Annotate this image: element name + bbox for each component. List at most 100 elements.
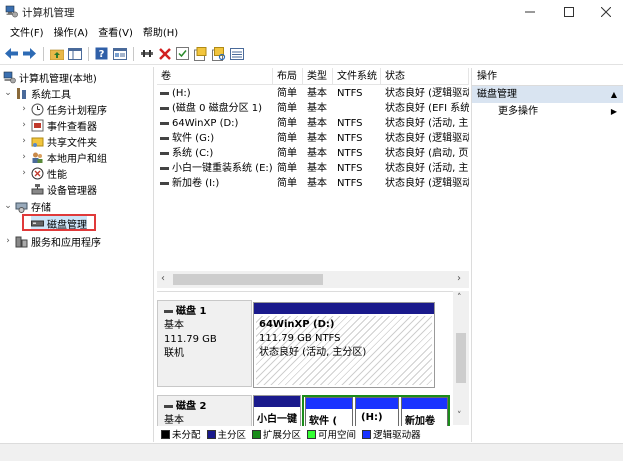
- table-row[interactable]: 系统 (C:) 简单 基本 NTFS 状态良好 (启动, 页面文件): [157, 146, 469, 161]
- svg-text:?: ?: [99, 49, 105, 60]
- logical-drive-bar: [306, 398, 352, 409]
- chevron-right-icon[interactable]: ›: [19, 120, 29, 130]
- partition-d[interactable]: 64WinXP (D:) 111.79 GB NTFS 状态良好 (活动, 主分…: [253, 302, 435, 388]
- volume-name-cell: (H:): [160, 86, 272, 101]
- toolbar-separator: [43, 46, 44, 61]
- menu-view[interactable]: 查看(V): [93, 24, 138, 43]
- vertical-scrollbar[interactable]: ˄ ˅: [453, 291, 469, 425]
- toolbar-separator: [88, 46, 89, 61]
- volume-name-cell: (磁盘 0 磁盘分区 1): [160, 101, 272, 116]
- type-cell: 基本: [307, 148, 327, 159]
- collapse-up-icon[interactable]: ▲: [611, 86, 617, 103]
- chevron-right-icon[interactable]: ›: [19, 168, 29, 178]
- actions-section-disk-management[interactable]: 磁盘管理 ▲: [472, 86, 623, 103]
- chevron-right-icon[interactable]: ›: [19, 104, 29, 114]
- device-manager-icon: [31, 183, 44, 194]
- legend-swatch: [161, 429, 170, 439]
- scroll-down-icon[interactable]: ˅: [457, 411, 462, 421]
- view-icon: [229, 47, 244, 60]
- forward-arrow-icon: [23, 48, 36, 59]
- menu-bar: 文件(F) 操作(A) 查看(V) 帮助(H): [0, 24, 623, 43]
- storage-icon: [15, 202, 28, 213]
- up-level-button[interactable]: [48, 45, 65, 62]
- disk-1: 磁盘 1 基本 111.79 GB 联机 64WinXP (D:) 111.79…: [157, 300, 453, 395]
- open-folder-button[interactable]: [192, 45, 209, 62]
- volume-icon: [160, 151, 169, 155]
- layout-cell: 简单: [277, 178, 297, 189]
- maximize-button[interactable]: [552, 0, 586, 24]
- legend-logical: 逻辑驱动器: [362, 427, 421, 441]
- legend-extended: 扩展分区: [252, 427, 301, 441]
- scrollbar-thumb[interactable]: [173, 274, 323, 285]
- tree-label: 存储: [31, 202, 51, 214]
- filesystem-cell: NTFS: [337, 133, 363, 144]
- tree-item-task-scheduler[interactable]: › 任务计划程序: [19, 101, 107, 117]
- status-bar: [0, 443, 623, 461]
- partition-legend: 未分配 主分区 扩展分区 可用空间 逻辑驱动器: [157, 426, 453, 442]
- horizontal-scrollbar[interactable]: ‹ ›: [157, 271, 469, 288]
- table-row[interactable]: (H:) 简单 基本 NTFS 状态良好 (逻辑驱动器): [157, 86, 469, 101]
- chevron-right-icon[interactable]: ›: [19, 152, 29, 162]
- minimize-button[interactable]: [513, 0, 547, 24]
- selection-highlight-box: [22, 214, 96, 231]
- primary-partition-bar: [254, 396, 300, 407]
- check-button[interactable]: [174, 45, 191, 62]
- disk-state: 联机: [164, 348, 184, 359]
- tree-item-root[interactable]: 计算机管理(本地): [3, 69, 97, 85]
- table-row[interactable]: 新加卷 (I:) 简单 基本 NTFS 状态良好 (逻辑驱动器): [157, 176, 469, 191]
- menu-file[interactable]: 文件(F): [5, 24, 49, 43]
- tree-item-event-viewer[interactable]: › 事件查看器: [19, 117, 97, 133]
- tree-label: 系统工具: [31, 89, 71, 101]
- scroll-up-icon[interactable]: ˄: [457, 293, 462, 303]
- forward-button[interactable]: [21, 45, 38, 62]
- more-actions-item[interactable]: 更多操作 ▶: [472, 103, 623, 120]
- disk-icon: [164, 309, 173, 313]
- chevron-right-icon[interactable]: ›: [19, 136, 29, 146]
- back-button[interactable]: [3, 45, 20, 62]
- scrollbar-thumb[interactable]: [456, 333, 466, 383]
- volume-icon: [160, 106, 169, 110]
- column-header-volume[interactable]: 卷: [157, 68, 273, 85]
- table-row[interactable]: 64WinXP (D:) 简单 基本 NTFS 状态良好 (活动, 主分区): [157, 116, 469, 131]
- tree-item-storage[interactable]: ⌄ 存储: [3, 198, 51, 214]
- chevron-right-icon[interactable]: ›: [3, 236, 13, 246]
- tree-item-local-users[interactable]: › 本地用户和组: [19, 149, 107, 165]
- table-row[interactable]: 软件 (G:) 简单 基本 NTFS 状态良好 (逻辑驱动器): [157, 131, 469, 146]
- search-folder-button[interactable]: [210, 45, 227, 62]
- console-tree: 计算机管理(本地) ⌄ 系统工具 › 任务计划程序 › 事件查看器 › 共享文件…: [0, 67, 154, 442]
- legend-unallocated: 未分配: [161, 427, 201, 441]
- disk-graphical-view: 磁盘 1 基本 111.79 GB 联机 64WinXP (D:) 111.79…: [157, 291, 469, 442]
- layout-cell: 简单: [277, 103, 297, 114]
- actions-header: 操作: [472, 68, 623, 86]
- column-header-filesystem[interactable]: 文件系统: [333, 68, 381, 85]
- tree-item-shared-folders[interactable]: › 共享文件夹: [19, 133, 97, 149]
- disk-label[interactable]: 磁盘 1 基本 111.79 GB 联机: [157, 300, 252, 387]
- legend-swatch: [307, 429, 317, 439]
- tree-item-services[interactable]: › 服务和应用程序: [3, 233, 101, 249]
- connect-button[interactable]: [138, 45, 155, 62]
- table-row[interactable]: (磁盘 0 磁盘分区 1) 简单 基本 状态良好 (EFI 系统分区): [157, 101, 469, 116]
- close-button[interactable]: [589, 0, 623, 24]
- menu-help[interactable]: 帮助(H): [138, 24, 183, 43]
- tree-item-system-tools[interactable]: ⌄ 系统工具: [3, 85, 71, 101]
- table-row[interactable]: 小白一键重装系统 (E:) 简单 基本 NTFS 状态良好 (活动, 主分区): [157, 161, 469, 176]
- properties-button[interactable]: [111, 45, 128, 62]
- back-arrow-icon: [5, 48, 18, 59]
- type-cell: 基本: [307, 178, 327, 189]
- chevron-down-icon[interactable]: ⌄: [3, 201, 13, 211]
- tree-item-device-manager[interactable]: 设备管理器: [31, 181, 97, 197]
- layout-cell: 简单: [277, 133, 297, 144]
- delete-button[interactable]: [156, 45, 173, 62]
- type-cell: 基本: [307, 118, 327, 129]
- tree-item-performance[interactable]: › 性能: [19, 165, 67, 181]
- view-button[interactable]: [228, 45, 245, 62]
- chevron-down-icon[interactable]: ⌄: [3, 88, 13, 98]
- scroll-left-icon[interactable]: ‹: [161, 273, 165, 284]
- column-header-type[interactable]: 类型: [303, 68, 333, 85]
- menu-action[interactable]: 操作(A): [49, 24, 94, 43]
- column-header-layout[interactable]: 布局: [273, 68, 303, 85]
- show-hide-tree-button[interactable]: [66, 45, 83, 62]
- help-button[interactable]: ?: [93, 45, 110, 62]
- scroll-right-icon[interactable]: ›: [457, 273, 461, 284]
- column-header-status[interactable]: 状态: [381, 68, 469, 85]
